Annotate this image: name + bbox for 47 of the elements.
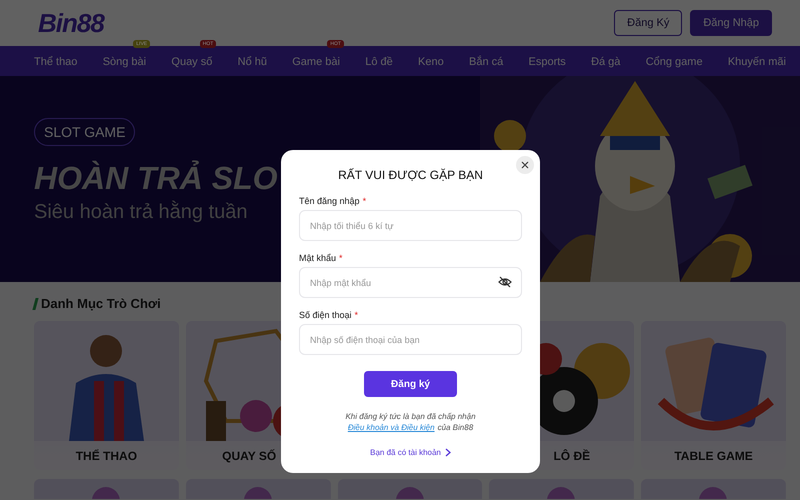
terms-link[interactable]: Điều khoản và Điều kiện xyxy=(348,423,435,432)
dialog-title: RẤT VUI ĐƯỢC GẶP BẠN xyxy=(337,168,484,182)
nav-link[interactable]: Game bài xyxy=(292,56,340,68)
game-card[interactable] xyxy=(489,479,634,499)
chevron-right-icon xyxy=(444,448,451,457)
nav-link[interactable]: Keno xyxy=(418,56,444,68)
nav-link[interactable]: Quay số xyxy=(171,56,212,68)
header-button[interactable]: Đăng Ký xyxy=(614,10,682,36)
header-button[interactable]: Đăng Nhập xyxy=(690,10,772,36)
card-label: LÔ ĐỀ xyxy=(553,449,590,463)
nav-link[interactable]: Nổ hũ xyxy=(238,56,267,68)
hero-subtitle: Siêu hoàn trả hằng tuần xyxy=(34,201,248,224)
nav-link[interactable]: Thể thao xyxy=(34,56,78,68)
nav-link[interactable]: Esports xyxy=(528,56,566,68)
nav-link[interactable]: Lô đề xyxy=(365,56,393,68)
input-field[interactable]: Nhập số điện thoại của bạn xyxy=(299,324,522,355)
card-label: TABLE GAME xyxy=(674,449,753,463)
card-label: THỂ THAO xyxy=(76,449,138,463)
logo[interactable]: Bin88 xyxy=(38,8,104,38)
nav-link[interactable]: Sòng bài xyxy=(102,56,146,68)
required-mark: * xyxy=(362,196,366,206)
hero-tag: SLOT GAME xyxy=(34,118,136,146)
terms-note: Khi đăng ký tức là bạn đã chấp nhận xyxy=(344,412,477,421)
game-card[interactable] xyxy=(186,479,331,499)
game-card[interactable] xyxy=(34,479,179,499)
nav-link[interactable]: Cổng game xyxy=(646,56,703,68)
login-link[interactable]: Bạn đã có tài khoản xyxy=(370,448,451,457)
field-label: Mật khẩu xyxy=(299,253,336,263)
card-label: QUAY SỐ xyxy=(222,449,276,463)
input-field[interactable]: Nhập mật khẩu xyxy=(299,267,522,298)
section-title: Danh Mục Trò Chơi xyxy=(41,296,161,311)
terms-suffix: của Bin88 xyxy=(438,423,474,432)
nav-link[interactable]: Khuyến mãi xyxy=(728,56,786,68)
input-field[interactable]: Nhập tối thiểu 6 kí tự xyxy=(299,210,522,241)
game-card[interactable] xyxy=(641,479,786,499)
register-button[interactable]: Đăng ký xyxy=(364,371,457,397)
nav-link[interactable]: Đá gà xyxy=(591,56,620,68)
game-card[interactable] xyxy=(338,479,482,499)
hero-title: HOÀN TRẢ SLO xyxy=(34,160,278,197)
required-mark: * xyxy=(339,253,343,263)
hidden-eye-icon[interactable] xyxy=(498,276,512,288)
field-label: Số điện thoại xyxy=(299,310,352,320)
slash-icon xyxy=(32,298,39,310)
close-icon[interactable] xyxy=(516,156,534,174)
required-mark: * xyxy=(354,310,358,320)
field-label: Tên đăng nhập xyxy=(299,196,360,206)
nav-link[interactable]: Bắn cá xyxy=(468,56,504,68)
